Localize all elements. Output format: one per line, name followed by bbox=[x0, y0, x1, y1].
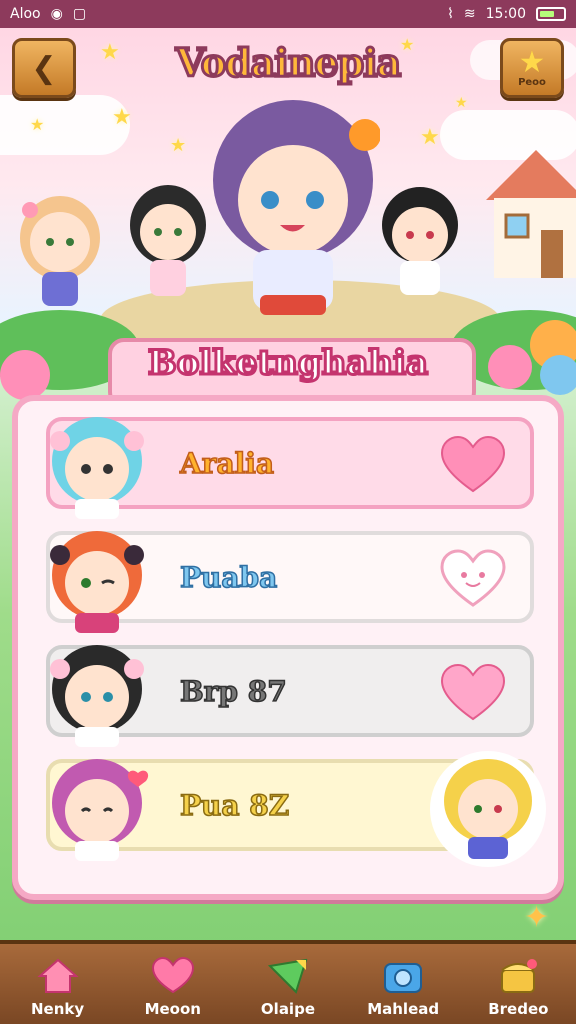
heart-icon bbox=[151, 956, 194, 994]
character-card-puaba[interactable]: Puaba bbox=[46, 531, 534, 633]
chibi-dark-hair-boy bbox=[382, 187, 458, 295]
nav-label: Meoon bbox=[144, 1000, 201, 1018]
character-name: Aralia bbox=[179, 446, 275, 481]
character-name: Brp 87 bbox=[179, 674, 287, 709]
character-card-pua8z[interactable]: Pua 8Z bbox=[46, 751, 546, 867]
nav-label: Olaipe bbox=[260, 1000, 315, 1018]
chibi-blonde bbox=[20, 196, 100, 306]
character-card-brp87[interactable]: Brp 87 bbox=[46, 645, 534, 747]
chibi-main-purple-hair bbox=[213, 100, 380, 315]
app-icon: ◉ bbox=[50, 6, 63, 22]
avatar bbox=[50, 645, 144, 747]
nav-label: Mahlead bbox=[367, 1000, 440, 1018]
bottom-nav: Nenky Meoon Olaipe Mahlead Bredeo bbox=[0, 940, 576, 1024]
avatar bbox=[52, 759, 149, 861]
sparkle-icon: ✦ bbox=[524, 900, 550, 935]
ribbon-icon bbox=[267, 958, 308, 994]
treasure-icon bbox=[501, 959, 538, 993]
heart-icon[interactable] bbox=[440, 663, 506, 723]
nav-item-olaipe[interactable]: Olaipe bbox=[238, 956, 338, 1018]
wifi-icon: ≋ bbox=[463, 6, 476, 22]
character-list-panel: Aralia Puaba Brp 87 Pua 8Z bbox=[12, 395, 564, 900]
cloud bbox=[0, 95, 130, 155]
nav-label: Bredeo bbox=[488, 1000, 549, 1018]
signal-icon: ⌇ bbox=[447, 6, 454, 22]
star-icon: ★ bbox=[170, 135, 187, 156]
avatar bbox=[50, 531, 144, 633]
status-bar: Aloo ◉ ▢ ⌇ ≋ 15:00 bbox=[0, 0, 576, 28]
star-icon: ★ bbox=[455, 95, 468, 111]
shield-icon: ▢ bbox=[72, 6, 87, 22]
avatar bbox=[50, 417, 144, 519]
avatar-yellow-hair bbox=[430, 751, 546, 867]
nav-item-mahlead[interactable]: Mahlead bbox=[353, 956, 453, 1018]
cottage bbox=[486, 150, 576, 278]
home-icon bbox=[36, 958, 79, 993]
heart-icon[interactable] bbox=[440, 435, 506, 495]
star-icon: ★ bbox=[420, 125, 440, 150]
nav-item-meoon[interactable]: Meoon bbox=[123, 956, 223, 1018]
time: 15:00 bbox=[485, 6, 526, 22]
nav-label: Nenky bbox=[31, 1000, 85, 1018]
screen-subtitle: Bolketnghahia bbox=[146, 342, 429, 385]
status-left-text: Aloo bbox=[10, 6, 41, 22]
star-icon: ★ bbox=[112, 105, 132, 130]
character-name: Pua 8Z bbox=[179, 788, 290, 823]
game-scene: Aloo ◉ ▢ ⌇ ≋ 15:00 ★ ★ ★ ★ ★ ★ ★ ❮ ★ Peo… bbox=[0, 0, 576, 1024]
battery-icon bbox=[536, 7, 566, 21]
star-icon: ★ bbox=[30, 115, 45, 134]
camera-icon bbox=[384, 963, 423, 993]
character-card-aralia[interactable]: Aralia bbox=[46, 417, 534, 519]
character-name: Puaba bbox=[179, 560, 278, 595]
nav-item-nenky[interactable]: Nenky bbox=[8, 956, 108, 1018]
heart-face-icon[interactable] bbox=[440, 549, 506, 609]
nav-item-bredeo[interactable]: Bredeo bbox=[468, 956, 568, 1018]
game-title: Vodainepia bbox=[174, 39, 402, 87]
chibi-black-hair-girl bbox=[130, 185, 206, 296]
